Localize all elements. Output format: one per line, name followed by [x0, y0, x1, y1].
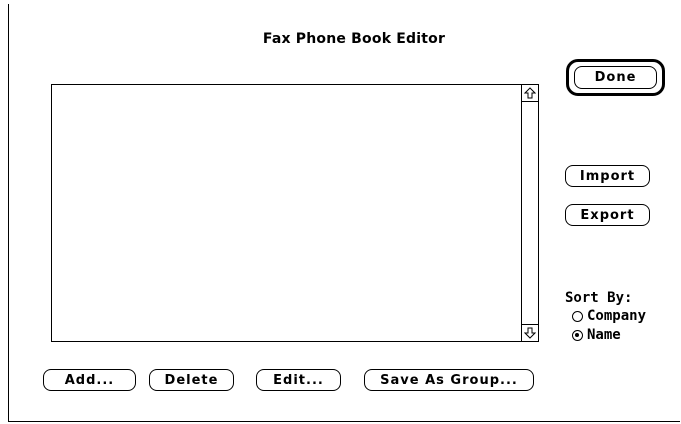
sort-by-label: Sort By:: [565, 290, 633, 306]
export-button[interactable]: Export: [565, 204, 650, 226]
delete-button[interactable]: Delete: [149, 369, 234, 391]
sort-name-option[interactable]: Name: [572, 327, 621, 343]
done-button[interactable]: Done: [574, 66, 657, 89]
sort-company-option[interactable]: Company: [572, 308, 646, 324]
import-button[interactable]: Import: [565, 165, 650, 187]
sort-name-label: Name: [587, 327, 621, 343]
scroll-up-arrow-icon[interactable]: [522, 85, 538, 102]
list-scrollbar[interactable]: [521, 85, 538, 341]
sort-company-label: Company: [587, 308, 647, 324]
radio-name[interactable]: [572, 329, 583, 341]
scroll-down-arrow-icon[interactable]: [522, 324, 538, 341]
edit-button[interactable]: Edit...: [256, 369, 341, 391]
add-button[interactable]: Add...: [43, 369, 136, 391]
phone-book-list[interactable]: [51, 84, 539, 342]
dialog-title: Fax Phone Book Editor: [262, 31, 446, 47]
fax-phone-book-dialog: Fax Phone Book Editor Done Import Export…: [8, 4, 680, 422]
done-button-default-ring[interactable]: Done: [566, 59, 665, 96]
radio-company[interactable]: [572, 310, 583, 322]
save-as-group-button[interactable]: Save As Group...: [364, 369, 534, 391]
